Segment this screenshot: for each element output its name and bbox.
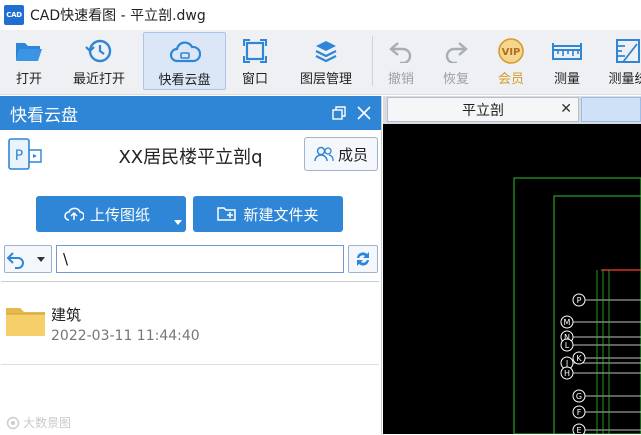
axis-label: F [577, 408, 582, 417]
axis-label: E [576, 426, 581, 434]
window-button[interactable]: 窗口 [233, 32, 277, 90]
new-folder-label: 新建文件夹 [243, 205, 319, 224]
drawing-canvas[interactable]: PMNLKJHGFE [383, 124, 641, 434]
upload-dropdown-arrow-icon[interactable] [174, 220, 182, 225]
path-input[interactable] [56, 245, 344, 273]
tab-label: 平立剖 [462, 102, 504, 119]
open-button[interactable]: 打开 [4, 32, 54, 90]
member-button[interactable]: VIP 会员 [491, 32, 531, 90]
redo-icon [443, 36, 469, 66]
vip-badge-text: VIP [502, 47, 521, 58]
watermark-logo-icon [6, 416, 20, 429]
watermark: 大数景图 [6, 414, 71, 431]
refresh-icon [357, 252, 369, 266]
axis-label: G [576, 392, 582, 401]
app-logo: CAD [4, 5, 24, 25]
members-button[interactable]: 成员 [304, 137, 378, 171]
cloud-panel: 快看云盘 P XX居民楼平立剖q 成员 上传图纸 新建文件夹 \ 建筑 2022… [0, 96, 382, 434]
history-icon [85, 36, 113, 66]
folder-name: 建筑 [51, 306, 82, 324]
vip-icon: VIP [496, 36, 526, 66]
cloud-panel-header: 快看云盘 [0, 96, 381, 130]
file-list: 建筑 2022-03-11 11:44:40 [1, 281, 379, 435]
cad-drawing: PMNLKJHGFE [513, 177, 641, 434]
main-toolbar: 打开 最近打开 快看云盘 窗口 图层管理 撤销 恢复 VIP 会员 测量 测量统 [0, 30, 641, 95]
tab-close-icon[interactable]: ✕ [560, 101, 572, 117]
axis-label: L [565, 341, 570, 350]
layers-button[interactable]: 图层管理 [290, 32, 362, 90]
layers-icon [313, 36, 339, 66]
toolbar-divider [372, 36, 373, 86]
axis-label: K [576, 354, 582, 363]
tab-plan-elevation-section[interactable]: 平立剖 ✕ [387, 97, 579, 122]
cloud-icon [169, 37, 201, 67]
restore-icon[interactable] [330, 104, 348, 122]
undo-icon [388, 36, 414, 66]
back-button[interactable] [4, 245, 52, 273]
back-dropdown-icon[interactable] [37, 256, 45, 262]
quick-cloud-button[interactable]: 快看云盘 [143, 32, 226, 90]
measure-stats-button[interactable]: 测量统 [603, 32, 641, 90]
close-icon[interactable] [355, 104, 373, 122]
folder-icon [5, 304, 47, 342]
measure-stats-icon [615, 36, 641, 66]
ruler-icon [552, 36, 582, 66]
window-title: CAD快速看图 - 平立剖.dwg [30, 8, 206, 24]
upload-drawing-button[interactable]: 上传图纸 [36, 196, 186, 232]
members-icon [314, 146, 334, 162]
axis-label: P [577, 296, 582, 305]
folder-date: 2022-03-11 11:44:40 [51, 328, 200, 344]
tab-other[interactable] [581, 97, 641, 122]
inner-frame-line [553, 195, 641, 434]
folder-open-icon [14, 36, 44, 66]
cloud-header: P XX居民楼平立剖q 成员 [0, 130, 381, 180]
new-folder-icon [217, 207, 237, 221]
undo-button[interactable]: 撤销 [381, 32, 421, 90]
refresh-button[interactable] [348, 245, 378, 273]
axis-label: H [564, 369, 570, 378]
redo-button[interactable]: 恢复 [436, 32, 476, 90]
axis-label: M [564, 318, 571, 327]
recent-button[interactable]: 最近打开 [62, 32, 136, 90]
cloud-upload-icon [64, 207, 84, 221]
back-arrow-icon [6, 252, 24, 269]
new-folder-button[interactable]: 新建文件夹 [193, 196, 343, 232]
window-frame-icon [242, 36, 268, 66]
title-bar: CAD CAD快速看图 - 平立剖.dwg [0, 0, 641, 30]
document-tab-bar: 平立剖 ✕ [383, 96, 641, 124]
measure-button[interactable]: 测量 [545, 32, 589, 90]
upload-label: 上传图纸 [90, 205, 151, 224]
list-item[interactable]: 建筑 2022-03-11 11:44:40 [1, 282, 379, 365]
cloud-panel-title: 快看云盘 [10, 105, 78, 126]
members-label: 成员 [337, 145, 368, 164]
